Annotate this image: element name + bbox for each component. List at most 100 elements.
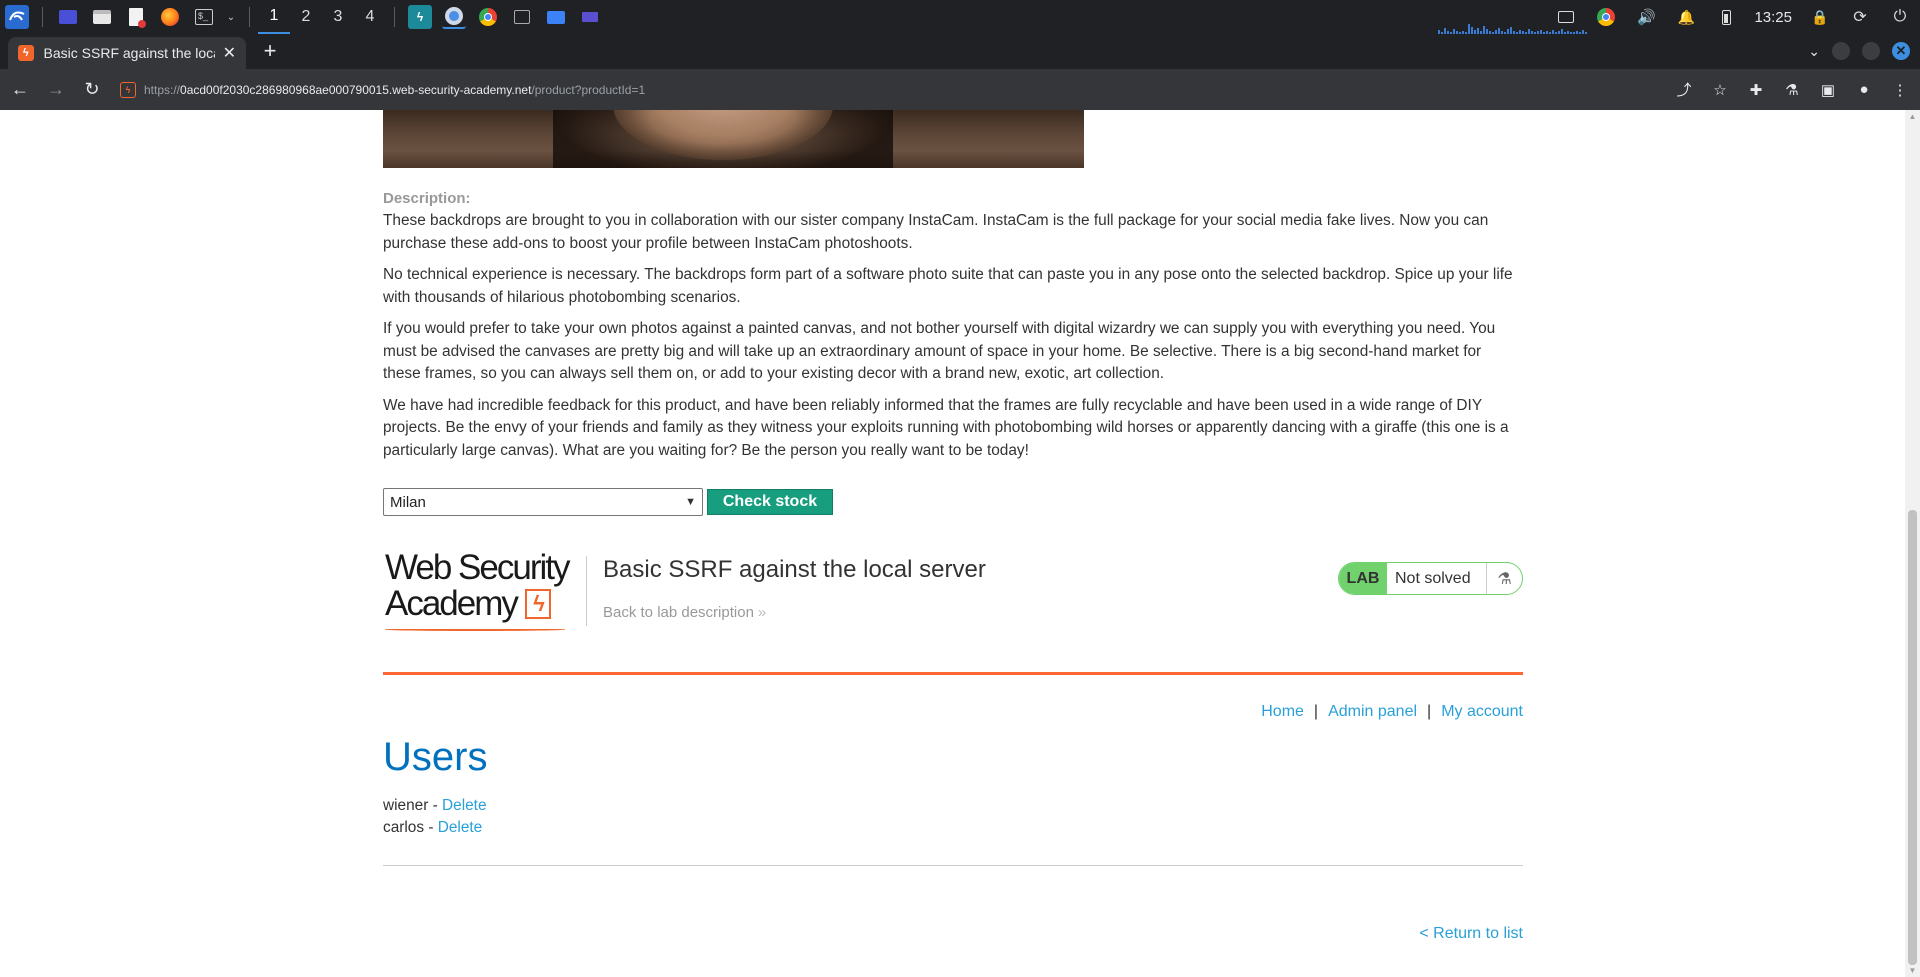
nav-home-link[interactable]: Home: [1261, 703, 1304, 721]
share-icon[interactable]: ⤴: [1668, 74, 1700, 106]
browser-toolbar: ← → ↻ ϟ https://0acd00f2030c286980968ae0…: [0, 69, 1920, 110]
description-paragraph: If you would prefer to take your own pho…: [383, 320, 1496, 382]
user-row: wiener - Delete: [383, 797, 487, 815]
flask-icon: ⚗: [1486, 563, 1522, 594]
battery-icon[interactable]: [1714, 5, 1738, 29]
terminal-icon[interactable]: $_: [192, 5, 216, 29]
bell-icon[interactable]: 🔔: [1674, 5, 1698, 29]
product-image: [383, 110, 1084, 168]
store-select-value: Milan: [390, 493, 426, 511]
logo-text-line2: Academy ϟ: [385, 586, 585, 622]
lab-header: Web Security Academy ϟ Basic SSRF agains…: [383, 550, 1523, 632]
content-divider: [383, 865, 1523, 866]
volume-icon[interactable]: 🔊: [1634, 5, 1658, 29]
menu-kebab-icon[interactable]: ⋮: [1884, 74, 1916, 106]
chromium-icon[interactable]: [442, 5, 466, 29]
workspace-1[interactable]: 1: [258, 0, 290, 34]
screen-icon[interactable]: [1554, 5, 1578, 29]
terminal-window-icon[interactable]: [510, 5, 534, 29]
description-label: Description:: [383, 190, 471, 207]
toolbar-actions: ⤴ ☆ ✚ ⚗ ▣ ● ⋮: [1664, 69, 1916, 110]
logo-text-line1: Web Security: [385, 548, 571, 587]
lock-icon[interactable]: 🔒: [1808, 5, 1832, 29]
file-manager-icon[interactable]: [90, 5, 114, 29]
check-stock-button[interactable]: Check stock: [707, 489, 833, 515]
site-favicon-icon: ϟ: [120, 81, 136, 98]
chrome-icon[interactable]: [476, 5, 500, 29]
burp-suite-icon[interactable]: ϟ: [408, 5, 432, 29]
tab-search-chevron-icon[interactable]: ⌄: [1808, 43, 1820, 60]
lab-badge: LAB: [1339, 563, 1387, 594]
stock-check-form: Milan ▼ Check stock: [383, 488, 833, 516]
delete-user-link[interactable]: Delete: [438, 819, 483, 836]
refresh-session-icon[interactable]: ⟳: [1848, 5, 1872, 29]
workspace-4[interactable]: 4: [354, 0, 386, 34]
kali-menu-icon[interactable]: [5, 5, 29, 29]
double-chevron-right-icon: »: [757, 604, 767, 621]
forward-arrow-icon[interactable]: →: [40, 74, 72, 106]
back-arrow-icon[interactable]: ←: [4, 74, 36, 106]
close-tab-icon[interactable]: ✕: [223, 43, 236, 63]
close-window-button[interactable]: ✕: [1892, 42, 1910, 60]
description-paragraph: No technical experience is necessary. Th…: [383, 266, 1513, 306]
profile-icon[interactable]: ●: [1848, 74, 1880, 106]
flask-labs-icon[interactable]: ⚗: [1776, 74, 1808, 106]
users-heading: Users: [383, 735, 488, 779]
description-paragraph: These backdrops are brought to you in co…: [383, 212, 1489, 252]
header-divider-orange: [383, 672, 1523, 675]
window-controls: ⌄ ✕: [1808, 42, 1910, 60]
chevron-down-icon[interactable]: ⌄: [226, 5, 236, 29]
folder-icon[interactable]: [544, 5, 568, 29]
workspace-3[interactable]: 3: [322, 0, 354, 34]
back-link-label: Back to lab description: [603, 604, 754, 621]
reload-icon[interactable]: ↻: [76, 74, 108, 106]
store-select[interactable]: Milan ▼: [383, 488, 703, 516]
desktop-icon[interactable]: [56, 5, 80, 29]
bookmark-star-icon[interactable]: ☆: [1704, 74, 1736, 106]
minimize-button[interactable]: [1832, 42, 1850, 60]
scroll-up-arrow-icon[interactable]: ▲: [1908, 112, 1917, 121]
maximize-button[interactable]: [1862, 42, 1880, 60]
app-window-icon[interactable]: [578, 5, 602, 29]
product-description: These backdrops are brought to you in co…: [383, 210, 1513, 471]
url-scheme: https://: [144, 82, 181, 97]
os-taskbar: $_ ⌄ 1 2 3 4 ϟ 🔊 🔔 13:25 🔒 ⟳ ⏻: [0, 0, 1920, 34]
description-paragraph: We have had incredible feedback for this…: [383, 396, 1509, 459]
side-panel-icon[interactable]: ▣: [1812, 74, 1844, 106]
web-security-academy-logo[interactable]: Web Security Academy ϟ: [385, 550, 585, 632]
tab-title: Basic SSRF against the loca: [43, 45, 215, 61]
top-nav-links: Home | Admin panel | My account: [1261, 703, 1523, 721]
chrome-tray-icon[interactable]: [1594, 5, 1618, 29]
new-tab-button[interactable]: +: [258, 40, 282, 64]
user-row: carlos - Delete: [383, 819, 482, 837]
browser-tab-strip: ϟ Basic SSRF against the loca ✕ + ⌄ ✕: [0, 34, 1920, 69]
user-name: carlos -: [383, 819, 434, 836]
logo-underline: [385, 628, 565, 631]
scrollbar-thumb[interactable]: [1908, 510, 1917, 965]
return-to-list-link[interactable]: < Return to list: [1419, 925, 1523, 943]
nav-separator: |: [1427, 703, 1432, 720]
lab-title: Basic SSRF against the local server: [603, 556, 986, 583]
workspace-2[interactable]: 2: [290, 0, 322, 34]
system-tray: 🔊 🔔 13:25 🔒 ⟳ ⏻: [1546, 0, 1920, 34]
taskbar-separator: [249, 7, 250, 27]
taskbar-separator: [394, 7, 395, 27]
web-page: Description: These backdrops are brought…: [0, 110, 1905, 977]
firefox-icon[interactable]: [158, 5, 182, 29]
browser-tab-active[interactable]: ϟ Basic SSRF against the loca ✕: [8, 37, 246, 69]
delete-user-link[interactable]: Delete: [442, 797, 487, 814]
product-image-shadow: [553, 110, 893, 168]
clock: 13:25: [1754, 8, 1792, 26]
url-path: /product?productId=1: [531, 82, 646, 97]
page-scrollbar[interactable]: ▲ ▼: [1905, 110, 1920, 977]
header-divider: [586, 556, 587, 626]
extensions-puzzle-icon[interactable]: ✚: [1740, 74, 1772, 106]
scroll-down-arrow-icon[interactable]: ▼: [1908, 966, 1917, 975]
back-to-lab-description-link[interactable]: Back to lab description»: [603, 604, 766, 621]
nav-admin-panel-link[interactable]: Admin panel: [1328, 703, 1417, 721]
text-editor-icon[interactable]: [124, 5, 148, 29]
nav-my-account-link[interactable]: My account: [1441, 703, 1523, 721]
lightning-bolt-icon: ϟ: [524, 589, 551, 619]
address-bar[interactable]: https://0acd00f2030c286980968ae000790015…: [144, 83, 645, 97]
power-icon[interactable]: ⏻: [1888, 5, 1912, 29]
